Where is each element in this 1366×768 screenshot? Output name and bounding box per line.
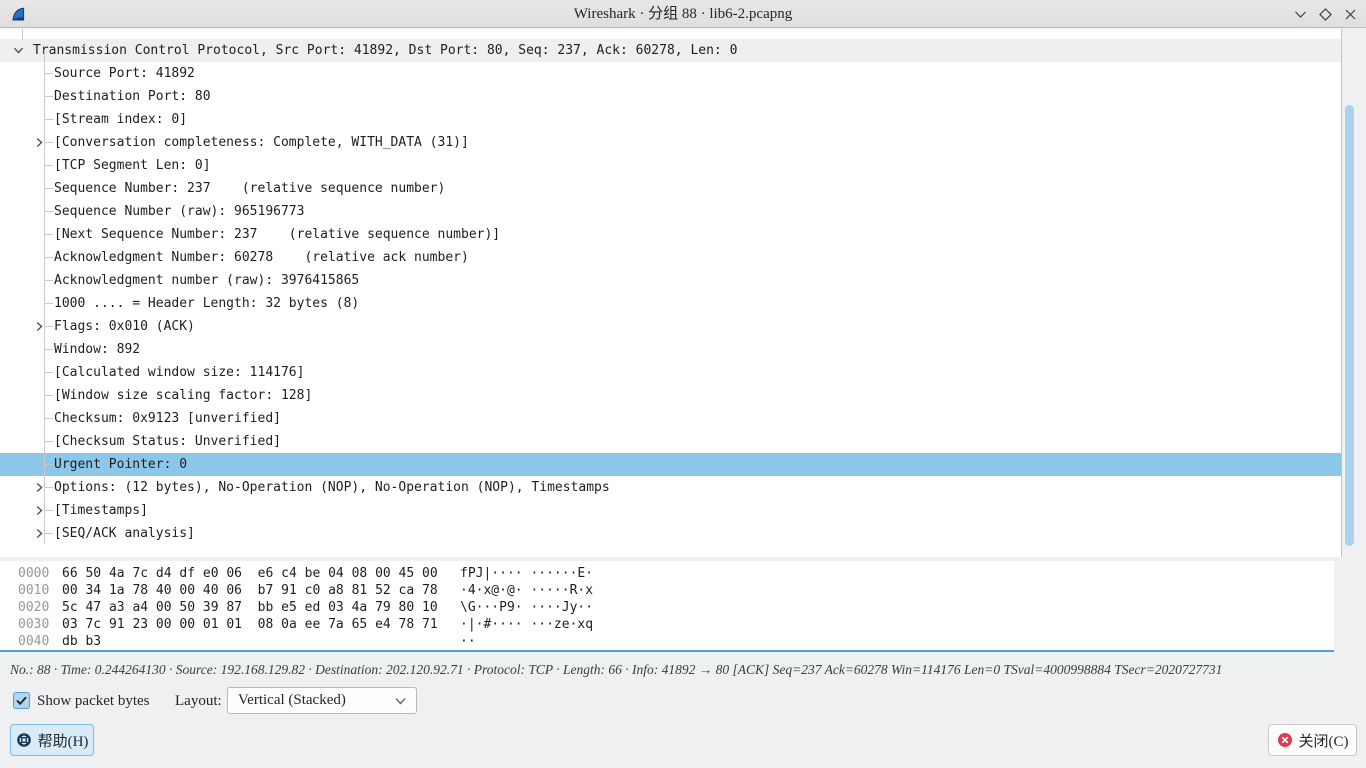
tree-row-label: Acknowledgment Number: 60278 (relative a… (54, 246, 469, 269)
packet-bytes-pane: 000066 50 4a 7c d4 df e0 06 e6 c4 be 04 … (0, 561, 1334, 652)
tree-row-label: [Window size scaling factor: 128] (54, 384, 312, 407)
hex-bytes[interactable]: 03 7c 91 23 00 00 01 01 08 0a ee 7a 65 e… (62, 616, 460, 633)
layout-combobox-value: Vertical (Stacked) (238, 688, 346, 713)
hex-bytes[interactable]: 00 34 1a 78 40 00 40 06 b7 91 c0 a8 81 5… (62, 582, 460, 599)
tree-row-label: 1000 .... = Header Length: 32 bytes (8) (54, 292, 359, 315)
hex-offset: 0030 (18, 616, 62, 633)
show-packet-bytes-label: Show packet bytes (37, 687, 149, 715)
tree-row-label: [Calculated window size: 114176] (54, 361, 304, 384)
tree-scrollbar-thumb[interactable] (1345, 105, 1354, 546)
tree-row[interactable]: Flags: 0x010 (ACK) (0, 315, 1341, 338)
help-button-label: 帮助(H) (38, 730, 89, 751)
tree-rows-container: Transmission Control Protocol, Src Port:… (0, 39, 1341, 545)
tree-row[interactable]: [Calculated window size: 114176] (0, 361, 1341, 384)
tree-row[interactable]: Urgent Pointer: 0 (0, 453, 1341, 476)
tree-row-label: [Next Sequence Number: 237 (relative seq… (54, 223, 500, 246)
help-wheel-icon (16, 732, 32, 748)
hex-ascii[interactable]: ·4·x@·@· ·····R·x (460, 583, 593, 598)
hex-line[interactable]: 00205c 47 a3 a4 00 50 39 87 bb e5 ed 03 … (18, 599, 1334, 616)
tree-row-label: Urgent Pointer: 0 (54, 453, 187, 476)
tree-row-label: [Conversation completeness: Complete, WI… (54, 131, 469, 154)
tree-guide-stub (22, 29, 23, 40)
help-button[interactable]: 帮助(H) (10, 724, 94, 756)
window-title: Wireshark · 分组 88 · lib6-2.pcapng (0, 0, 1366, 28)
tree-row[interactable]: Acknowledgment Number: 60278 (relative a… (0, 246, 1341, 269)
close-button-label: 关闭(C) (1299, 730, 1349, 751)
hex-offset: 0000 (18, 565, 62, 582)
packet-summary-line: No.: 88 · Time: 0.244264130 · Source: 19… (10, 662, 1360, 680)
restore-button[interactable] (1318, 7, 1333, 22)
tree-row[interactable]: [Next Sequence Number: 237 (relative seq… (0, 223, 1341, 246)
close-circle-icon (1277, 732, 1293, 748)
tree-row[interactable]: Sequence Number (raw): 965196773 (0, 200, 1341, 223)
tree-row[interactable]: Transmission Control Protocol, Src Port:… (0, 39, 1341, 62)
controls-row: Show packet bytes Layout: Vertical (Stac… (0, 687, 1366, 715)
layout-combobox[interactable]: Vertical (Stacked) (227, 687, 417, 714)
tree-row-label: Transmission Control Protocol, Src Port:… (33, 39, 737, 62)
window-close-button[interactable] (1343, 7, 1358, 22)
show-packet-bytes-checkbox[interactable] (13, 692, 30, 709)
hex-bytes[interactable]: 5c 47 a3 a4 00 50 39 87 bb e5 ed 03 4a 7… (62, 599, 460, 616)
tree-row-label: Flags: 0x010 (ACK) (54, 315, 195, 338)
window-titlebar: Wireshark · 分组 88 · lib6-2.pcapng (0, 0, 1366, 28)
hex-ascii[interactable]: \G···P9· ····Jy·· (460, 600, 593, 615)
hex-line[interactable]: 003003 7c 91 23 00 00 01 01 08 0a ee 7a … (18, 616, 1334, 633)
hex-ascii[interactable]: fPJ|···· ······E· (460, 566, 593, 581)
tree-row[interactable]: [Timestamps] (0, 499, 1341, 522)
tree-row-label: Source Port: 41892 (54, 62, 195, 85)
hex-offset: 0040 (18, 633, 62, 650)
hex-ascii[interactable]: ·|·#···· ···ze·xq (460, 617, 593, 632)
tree-row-label: Window: 892 (54, 338, 140, 361)
tree-guide-trunk (44, 50, 45, 544)
tree-row-label: Checksum: 0x9123 [unverified] (54, 407, 281, 430)
hex-ascii[interactable]: ·· (460, 634, 476, 649)
checkmark-icon (14, 693, 29, 708)
tree-row-label: Destination Port: 80 (54, 85, 211, 108)
expander-closed-icon[interactable] (34, 528, 45, 539)
tree-row-label: Sequence Number (raw): 965196773 (54, 200, 304, 223)
expander-closed-icon[interactable] (34, 137, 45, 148)
tree-row[interactable]: [Stream index: 0] (0, 108, 1341, 131)
minimize-button[interactable] (1293, 7, 1308, 22)
tree-row[interactable]: Source Port: 41892 (0, 62, 1341, 85)
tree-row[interactable]: [TCP Segment Len: 0] (0, 154, 1341, 177)
tree-row-label: Options: (12 bytes), No-Operation (NOP),… (54, 476, 610, 499)
tree-row[interactable]: [Window size scaling factor: 128] (0, 384, 1341, 407)
tree-row[interactable]: [SEQ/ACK analysis] (0, 522, 1341, 545)
tree-row[interactable]: Sequence Number: 237 (relative sequence … (0, 177, 1341, 200)
tree-row[interactable]: 1000 .... = Header Length: 32 bytes (8) (0, 292, 1341, 315)
hex-bytes[interactable]: db b3 (62, 633, 460, 650)
hex-line[interactable]: 001000 34 1a 78 40 00 40 06 b7 91 c0 a8 … (18, 582, 1334, 599)
hex-bytes[interactable]: 66 50 4a 7c d4 df e0 06 e6 c4 be 04 08 0… (62, 565, 460, 582)
tree-row[interactable]: Destination Port: 80 (0, 85, 1341, 108)
hex-offset: 0020 (18, 599, 62, 616)
expander-open-icon[interactable] (13, 45, 24, 56)
expander-closed-icon[interactable] (34, 321, 45, 332)
hex-offset: 0010 (18, 582, 62, 599)
tree-row[interactable]: Options: (12 bytes), No-Operation (NOP),… (0, 476, 1341, 499)
tree-row-label: Acknowledgment number (raw): 3976415865 (54, 269, 359, 292)
layout-label: Layout: (175, 687, 222, 715)
hex-line[interactable]: 000066 50 4a 7c d4 df e0 06 e6 c4 be 04 … (18, 565, 1334, 582)
tree-row[interactable]: [Conversation completeness: Complete, WI… (0, 131, 1341, 154)
tree-row-label: [TCP Segment Len: 0] (54, 154, 211, 177)
tree-row-label: Sequence Number: 237 (relative sequence … (54, 177, 445, 200)
tree-row[interactable]: Window: 892 (0, 338, 1341, 361)
expander-closed-icon[interactable] (34, 505, 45, 516)
packet-detail-tree: Transmission Control Protocol, Src Port:… (0, 29, 1341, 557)
tree-scrollbar-track[interactable] (1341, 29, 1366, 557)
chevron-down-icon (394, 696, 407, 706)
close-button[interactable]: 关闭(C) (1268, 724, 1357, 756)
tree-row[interactable]: [Checksum Status: Unverified] (0, 430, 1341, 453)
expander-closed-icon[interactable] (34, 482, 45, 493)
hex-line[interactable]: 0040db b3·· (18, 633, 1334, 650)
tree-row-label: [Timestamps] (54, 499, 148, 522)
tree-row-label: [Checksum Status: Unverified] (54, 430, 281, 453)
tree-row[interactable]: Checksum: 0x9123 [unverified] (0, 407, 1341, 430)
tree-row-label: [SEQ/ACK analysis] (54, 522, 195, 545)
tree-row-label: [Stream index: 0] (54, 108, 187, 131)
tree-row[interactable]: Acknowledgment number (raw): 3976415865 (0, 269, 1341, 292)
